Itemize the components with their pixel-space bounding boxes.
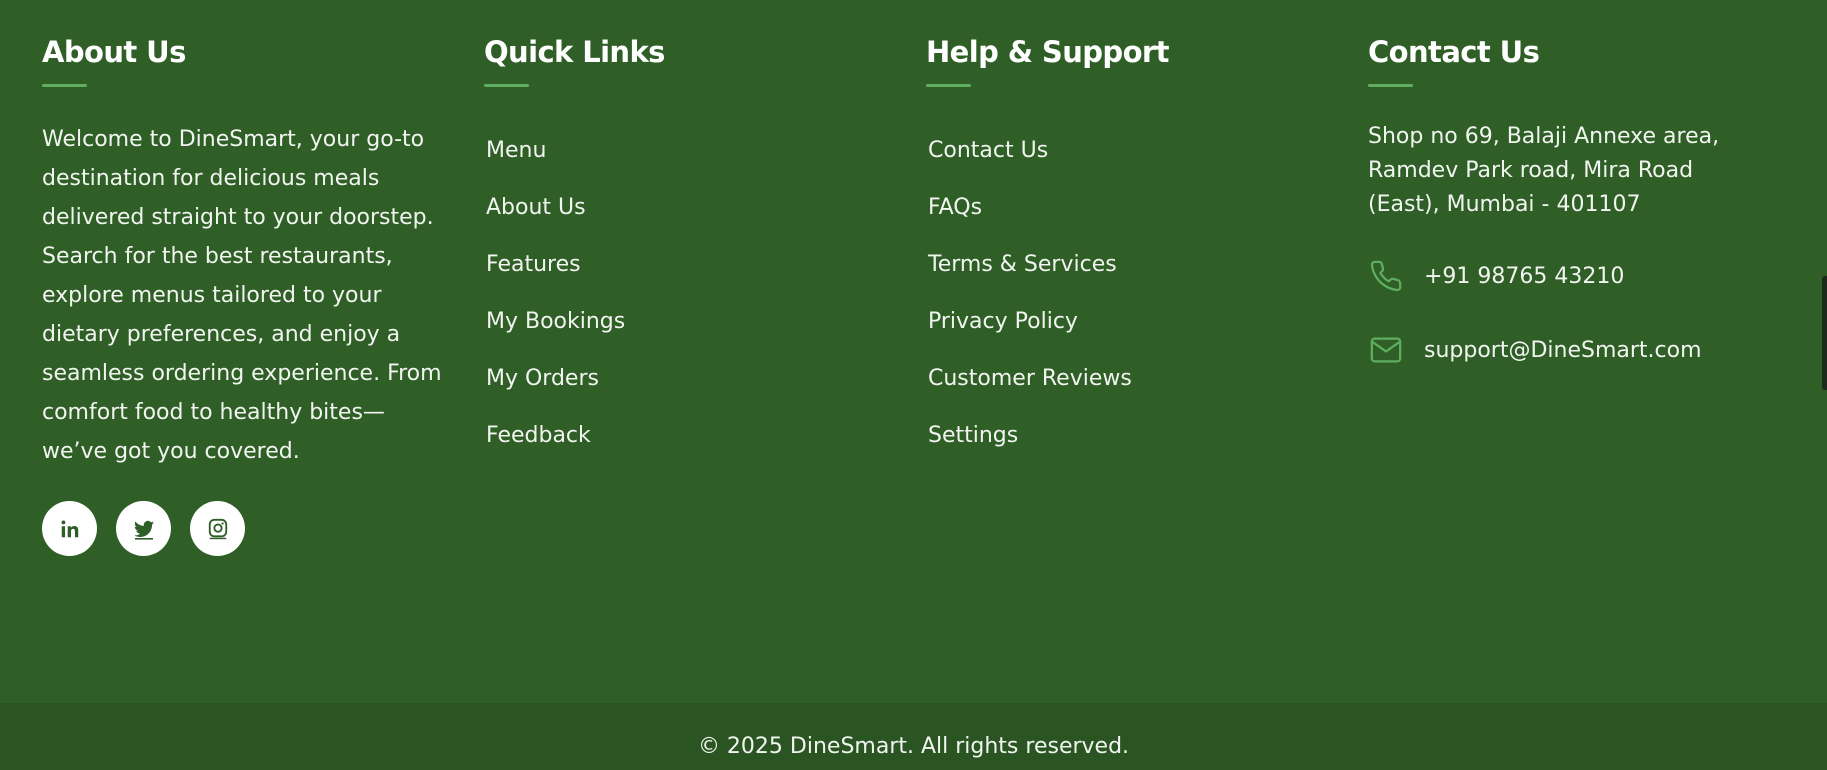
- quick-link-my-orders[interactable]: My Orders: [486, 365, 926, 422]
- about-column: About Us Welcome to DineSmart, your go-t…: [42, 32, 484, 556]
- phone-icon: [1368, 258, 1404, 294]
- help-link-faqs[interactable]: FAQs: [928, 194, 1368, 251]
- contact-email-row[interactable]: support@DineSmart.com: [1368, 332, 1810, 368]
- contact-email[interactable]: support@DineSmart.com: [1424, 338, 1702, 363]
- quick-links-title-underline: [484, 84, 529, 87]
- help-link-customer-reviews[interactable]: Customer Reviews: [928, 365, 1368, 422]
- twitter-icon: [133, 520, 154, 540]
- linkedin-button[interactable]: [42, 501, 97, 556]
- contact-phone-row[interactable]: +91 98765 43210: [1368, 258, 1810, 294]
- about-title: About Us: [42, 35, 186, 69]
- copyright-text: © 2025 DineSmart. All rights reserved.: [697, 734, 1130, 759]
- mail-icon: [1368, 332, 1404, 368]
- quick-link-about-us[interactable]: About Us: [486, 194, 926, 251]
- quick-links-title: Quick Links: [484, 35, 665, 69]
- quick-link-menu[interactable]: Menu: [486, 137, 926, 194]
- site-footer: About Us Welcome to DineSmart, your go-t…: [0, 0, 1827, 770]
- footer-bottom-bar: © 2025 DineSmart. All rights reserved.: [0, 703, 1827, 770]
- contact-title: Contact Us: [1368, 35, 1540, 69]
- help-links-list: Contact Us FAQs Terms & Services Privacy…: [928, 137, 1368, 479]
- scrollbar-thumb[interactable]: [1822, 276, 1827, 390]
- contact-title-underline: [1368, 84, 1413, 87]
- instagram-icon: [208, 518, 227, 539]
- contact-phone[interactable]: +91 98765 43210: [1424, 264, 1624, 289]
- help-support-column: Help & Support Contact Us FAQs Terms & S…: [926, 32, 1368, 556]
- social-links: [42, 501, 484, 556]
- quick-link-features[interactable]: Features: [486, 251, 926, 308]
- instagram-button[interactable]: [190, 501, 245, 556]
- contact-address: Shop no 69, Balaji Annexe area, Ramdev P…: [1368, 124, 1720, 217]
- help-link-contact-us[interactable]: Contact Us: [928, 137, 1368, 194]
- help-support-title-underline: [926, 84, 971, 87]
- contact-column: Contact Us Shop no 69, Balaji Annexe are…: [1368, 32, 1810, 556]
- about-title-underline: [42, 84, 87, 87]
- linkedin-icon: [60, 519, 78, 537]
- quick-links-column: Quick Links Menu About Us Features My Bo…: [484, 32, 926, 556]
- help-link-privacy-policy[interactable]: Privacy Policy: [928, 308, 1368, 365]
- quick-link-feedback[interactable]: Feedback: [486, 422, 926, 479]
- quick-links-list: Menu About Us Features My Bookings My Or…: [486, 137, 926, 479]
- help-link-settings[interactable]: Settings: [928, 422, 1368, 479]
- quick-link-my-bookings[interactable]: My Bookings: [486, 308, 926, 365]
- about-description: Welcome to DineSmart, your go-to destina…: [42, 127, 442, 464]
- twitter-button[interactable]: [116, 501, 171, 556]
- footer-columns: About Us Welcome to DineSmart, your go-t…: [42, 32, 1802, 556]
- help-link-terms-services[interactable]: Terms & Services: [928, 251, 1368, 308]
- help-support-title: Help & Support: [926, 35, 1169, 69]
